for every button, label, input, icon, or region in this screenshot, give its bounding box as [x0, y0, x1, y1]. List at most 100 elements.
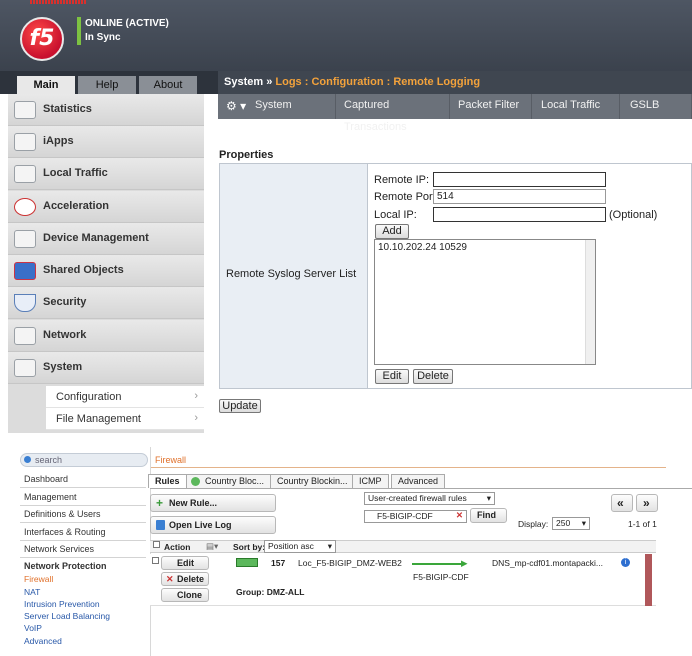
add-button[interactable]: Add — [375, 224, 409, 239]
subnav-firewall[interactable]: Firewall — [24, 574, 53, 584]
tab-advanced[interactable]: Advanced — [391, 474, 446, 488]
breadcrumb: System » Logs : Configuration : Remote L… — [218, 71, 692, 94]
row-checkbox[interactable] — [152, 557, 159, 564]
section-tabs: System Captured Transactions Packet Filt… — [218, 94, 692, 133]
nav-network-services[interactable]: Network Services — [20, 540, 146, 558]
delete-button[interactable]: Delete — [413, 369, 453, 384]
search-input[interactable]: search — [20, 453, 148, 467]
network-icon — [14, 327, 36, 345]
f5-logo[interactable]: f5 — [20, 17, 64, 61]
next-page-button[interactable]: » — [636, 494, 658, 512]
local-ip-label: Local IP: — [374, 209, 417, 221]
check-icon — [191, 477, 200, 486]
subnav-advanced[interactable]: Advanced — [24, 636, 62, 646]
prev-page-button[interactable]: « — [611, 494, 633, 512]
nav-definitions-users[interactable]: Definitions & Users — [20, 505, 146, 523]
breadcrumb-root[interactable]: System — [224, 76, 263, 88]
gear-icon[interactable]: ⚙ ▾ — [226, 99, 246, 113]
remote-ip-input[interactable] — [433, 172, 606, 187]
rule-group: Group: DMZ-ALL — [236, 587, 305, 597]
edit-button[interactable]: Edit — [375, 369, 409, 384]
chevron-down-icon: ▾ — [581, 518, 586, 528]
list-item[interactable]: 10.10.202.24 10529 — [378, 242, 467, 253]
tab-local-traffic[interactable]: Local Traffic — [532, 94, 620, 119]
header-bar: f5 ONLINE (ACTIVE) In Sync — [0, 0, 692, 71]
menu-label: System — [43, 361, 83, 373]
tab-packet-filter[interactable]: Packet Filter — [450, 94, 532, 119]
rule-source[interactable]: Loc_F5-BIGIP_DMZ-WEB2 — [298, 558, 402, 568]
sort-by-label: Sort by: — [233, 542, 266, 552]
nav-dashboard[interactable]: Dashboard — [20, 470, 146, 488]
tab-icmp[interactable]: ICMP — [352, 474, 389, 488]
menu-network[interactable]: Network — [8, 320, 204, 352]
button-label: Delete — [177, 574, 205, 584]
chevron-right-icon: › — [194, 412, 198, 424]
chevron-down-icon: ▾ — [486, 493, 491, 503]
menu-label: Statistics — [43, 103, 92, 115]
find-button[interactable]: Find — [470, 508, 507, 523]
filter-input[interactable]: F5-BIGIP-CDF ✕ — [364, 510, 467, 523]
chevron-right-icon: › — [194, 390, 198, 402]
menu-local-traffic[interactable]: Local Traffic — [8, 158, 204, 190]
syslog-server-list[interactable]: 10.10.202.24 10529 — [374, 239, 596, 365]
acceleration-icon — [14, 198, 36, 216]
list-scrollbar[interactable] — [585, 240, 595, 364]
nav-interfaces-routing[interactable]: Interfaces & Routing — [20, 523, 146, 541]
remote-port-input[interactable]: 514 — [433, 189, 606, 204]
menu-device-management[interactable]: Device Management — [8, 223, 204, 255]
tab-country-blocking-exceptions[interactable]: Country Blockin... — [270, 474, 355, 488]
subnav-intrusion-prevention[interactable]: Intrusion Prevention — [24, 599, 100, 609]
row-delete-button[interactable]: ✕ Delete — [161, 572, 209, 586]
sort-select[interactable]: Position asc ▾ — [264, 540, 336, 553]
subnav-voip[interactable]: VoIP — [24, 623, 42, 633]
menu-statistics[interactable]: Statistics — [8, 94, 204, 126]
menu-label: Local Traffic — [43, 167, 108, 179]
new-rule-button[interactable]: + New Rule... — [150, 494, 276, 512]
nav-management[interactable]: Management — [20, 488, 146, 506]
menu-label: Security — [43, 296, 87, 308]
submenu-file-management[interactable]: File Management › — [46, 408, 204, 430]
tab-about[interactable]: About — [139, 76, 197, 94]
f5-admin-panel: f5 ONLINE (ACTIVE) In Sync Main Help Abo… — [0, 0, 692, 433]
status-indicator — [77, 17, 81, 31]
plus-icon: + — [156, 496, 164, 510]
open-live-log-button[interactable]: Open Live Log — [150, 516, 276, 534]
row-clone-button[interactable]: Clone — [161, 588, 209, 602]
update-button[interactable]: Update — [219, 399, 261, 413]
nav-network-protection[interactable]: Network Protection — [20, 557, 146, 575]
rule-filter-select[interactable]: User-created firewall rules ▾ — [364, 492, 495, 505]
nav-tabs: Main Help About — [0, 71, 218, 94]
tab-rules[interactable]: Rules — [148, 474, 187, 488]
page-title: Firewall — [155, 455, 187, 465]
menu-label: Acceleration — [43, 200, 110, 212]
rule-destination[interactable]: DNS_mp-cdf01.montapacki... — [492, 558, 603, 568]
tab-captured-transactions[interactable]: Captured Transactions — [336, 94, 450, 133]
tab-gslb[interactable]: GSLB — [620, 94, 692, 119]
rule-service[interactable]: F5-BIGIP-CDF — [413, 572, 469, 582]
select-all-checkbox[interactable] — [153, 541, 160, 548]
info-icon[interactable]: i — [621, 558, 630, 567]
menu-acceleration[interactable]: Acceleration — [8, 191, 204, 223]
tab-help[interactable]: Help — [78, 76, 136, 94]
menu-iapps[interactable]: iApps — [8, 126, 204, 158]
subnav-server-load-balancing[interactable]: Server Load Balancing — [24, 611, 110, 621]
tab-country-blocking[interactable]: Country Bloc... — [186, 474, 272, 488]
menu-security[interactable]: Security — [8, 287, 204, 319]
remote-ip-label: Remote IP: — [374, 174, 430, 186]
tab-main[interactable]: Main — [17, 76, 75, 94]
submenu-label: Configuration — [56, 391, 122, 403]
submenu-configuration[interactable]: Configuration › — [46, 386, 204, 408]
action-menu-icon[interactable]: ▤▾ — [206, 541, 218, 552]
header-dots — [30, 0, 86, 4]
local-ip-input[interactable] — [433, 207, 606, 222]
rule-number: 157 — [271, 558, 286, 568]
select-value: User-created firewall rules — [368, 493, 467, 503]
clear-icon[interactable]: ✕ — [456, 510, 463, 521]
menu-shared-objects[interactable]: Shared Objects — [8, 255, 204, 287]
subnav-nat[interactable]: NAT — [24, 587, 40, 597]
rule-toggle[interactable] — [236, 558, 258, 567]
menu-system[interactable]: System — [8, 352, 204, 384]
display-select[interactable]: 250 ▾ — [552, 517, 590, 530]
row-edit-button[interactable]: Edit — [161, 556, 209, 570]
pager-count: 1-1 of 1 — [628, 519, 657, 529]
